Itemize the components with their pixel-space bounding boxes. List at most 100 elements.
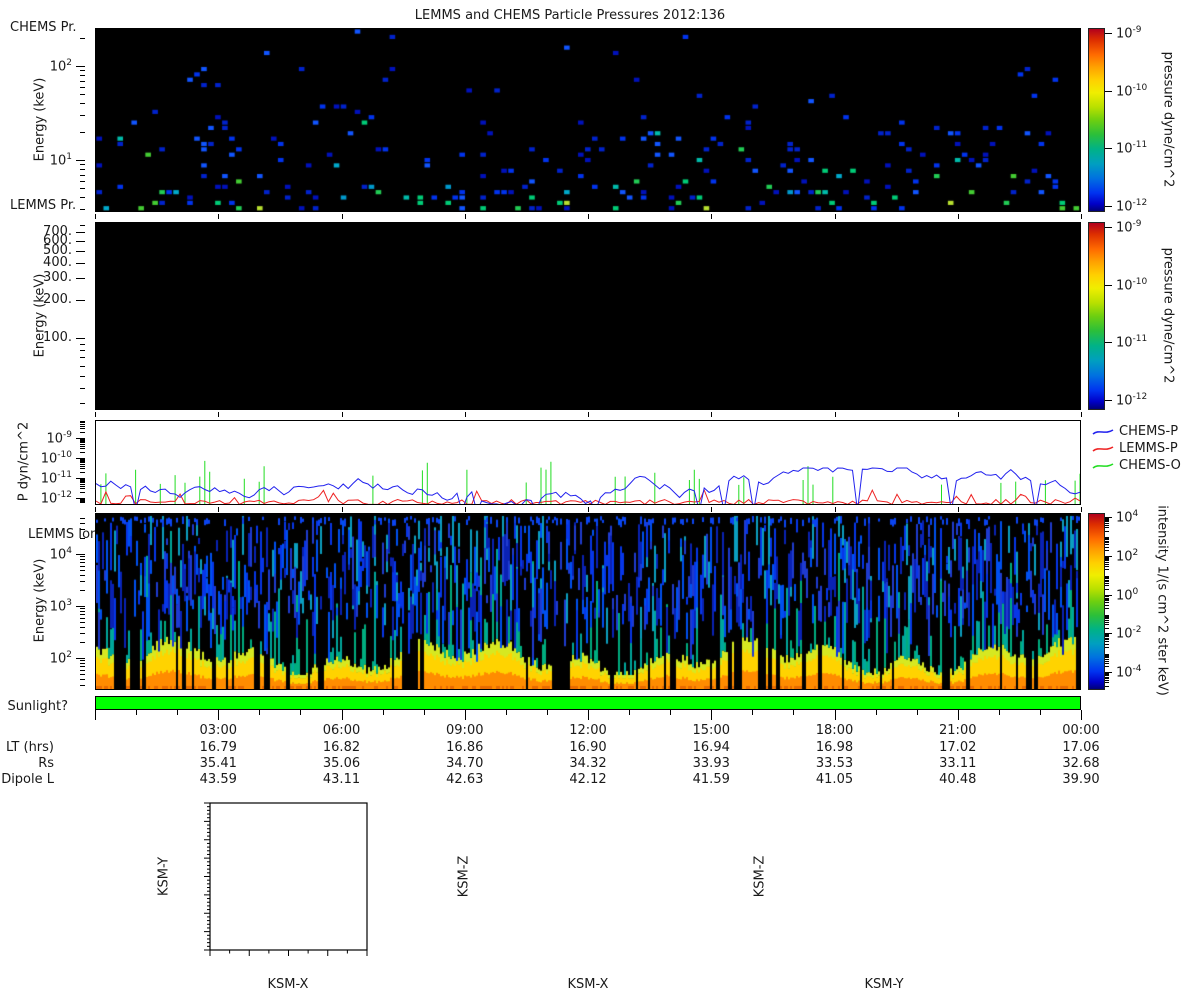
ephemeris-value: 33.53: [815, 756, 854, 771]
cb3-tick-label: 100: [1116, 586, 1139, 603]
p3-minor-tick: [80, 486, 85, 487]
p3-minor-tick: [80, 441, 85, 442]
panel-gap-tick: [218, 507, 219, 512]
cb3-minor-tick: [1105, 608, 1109, 609]
p4-minor-tick: [80, 538, 85, 539]
hour-tick: [629, 710, 630, 715]
p1-tick-label: 102: [49, 58, 72, 75]
cb3-tick-label: 10-2: [1116, 625, 1142, 642]
cb3-minor-tick: [1105, 564, 1109, 565]
p2-minor-tick: [80, 344, 85, 345]
p2-major-tick: [76, 263, 85, 264]
p3-minor-tick: [80, 482, 85, 483]
cb3-minor-tick: [1105, 659, 1109, 660]
panel-gap-tick: [958, 214, 959, 219]
hour-tick: [1081, 710, 1082, 720]
panel-gap-tick: [1081, 412, 1082, 417]
cb3-minor-tick: [1105, 673, 1109, 674]
generated-axes-layer: 102 101 700. 600. 500. 400. 300. 200. 100. 10-9 10…: [0, 0, 1200, 1000]
p3-minor-tick: [80, 421, 85, 422]
ephemeris-value: 43.11: [322, 772, 361, 787]
cb3-minor-tick: [1105, 566, 1109, 567]
hour-tick: [793, 710, 794, 715]
p3-minor-tick: [80, 444, 85, 445]
panel-gap-tick: [1081, 507, 1082, 512]
cb3-minor-tick: [1105, 635, 1109, 636]
p4-minor-tick: [80, 523, 85, 524]
p3-minor-tick: [80, 426, 85, 427]
cb3-minor-tick: [1105, 622, 1109, 623]
cb3-minor-tick: [1105, 598, 1109, 599]
hour-tick: [1040, 710, 1041, 715]
hour-tick: [218, 710, 219, 720]
cb3-minor-tick: [1105, 654, 1109, 655]
p4-minor-tick: [80, 685, 85, 686]
panel-gap-tick: [95, 507, 96, 512]
p3-minor-tick: [80, 479, 85, 480]
cb3-minor-tick: [1105, 539, 1109, 540]
p1-major-tick: [76, 66, 85, 67]
cb2-major-tick: [1105, 285, 1112, 286]
cb3-minor-tick: [1105, 557, 1109, 558]
p3-minor-tick: [80, 492, 85, 493]
cb3-minor-tick: [1105, 521, 1109, 522]
p3-minor-tick: [80, 448, 85, 449]
ephemeris-value: 41.59: [692, 772, 730, 787]
cb3-minor-tick: [1105, 628, 1109, 629]
hour-tick: [670, 710, 671, 715]
panel-gap-tick: [835, 412, 836, 417]
p2-minor-tick: [80, 366, 85, 367]
panel-gap-tick: [218, 412, 219, 417]
p2-major-tick: [76, 278, 85, 279]
p4-tick-label: 102: [49, 650, 72, 667]
p2-major-tick: [76, 300, 85, 301]
p1-minor-tick: [80, 81, 85, 82]
p3-minor-tick: [80, 481, 85, 482]
ephemeris-value: 16.90: [569, 740, 607, 755]
panel-gap-tick: [711, 214, 712, 219]
p3-minor-tick: [80, 442, 85, 443]
p4-minor-tick: [80, 518, 85, 519]
p3-minor-tick: [80, 464, 85, 465]
ephemeris-value: 16.82: [322, 740, 361, 755]
p3-minor-tick: [80, 468, 85, 469]
hour-tick: [547, 710, 548, 715]
p4-minor-tick: [80, 670, 85, 671]
cb1-major-tick: [1105, 148, 1112, 149]
p2-major-tick: [76, 232, 85, 233]
ephemeris-value: 40.48: [939, 772, 977, 787]
p4-minor-tick: [80, 622, 85, 623]
p3-tick-label: 10-10: [40, 450, 72, 467]
hour-tick: [917, 710, 918, 715]
cb3-minor-tick: [1105, 537, 1109, 538]
panel-gap-tick: [342, 412, 343, 417]
cb3-minor-tick: [1105, 578, 1109, 579]
p4-minor-tick: [80, 529, 85, 530]
cb3-minor-tick: [1105, 595, 1109, 596]
cb3-minor-tick: [1105, 518, 1109, 519]
hour-tick: [588, 710, 589, 720]
hour-tick: [835, 710, 836, 720]
p1-minor-tick: [80, 132, 85, 133]
p1-minor-tick: [80, 94, 85, 95]
cb3-minor-tick: [1105, 638, 1109, 639]
p3-minor-tick: [80, 501, 85, 502]
p1-minor-tick: [80, 188, 85, 189]
cb3-minor-tick: [1105, 636, 1109, 637]
time-tick-label: 00:00: [1062, 723, 1100, 738]
cb3-minor-tick: [1105, 655, 1109, 656]
ephemeris-value: 33.93: [692, 756, 730, 771]
panel-gap-tick: [465, 412, 466, 417]
hour-tick: [95, 710, 96, 720]
p2-major-tick: [76, 251, 85, 252]
p1-minor-tick: [80, 209, 85, 210]
cb2-major-tick: [1105, 227, 1112, 228]
p2-minor-tick: [80, 388, 85, 389]
ephemeris-value: 35.41: [199, 756, 237, 771]
p3-minor-tick: [80, 502, 85, 503]
cb1-major-tick: [1105, 91, 1112, 92]
cb1-tick-label: 10-9: [1116, 25, 1142, 42]
ephemeris-value: 32.68: [1062, 756, 1100, 771]
p4-major-tick: [76, 658, 85, 659]
hour-tick: [259, 710, 260, 715]
